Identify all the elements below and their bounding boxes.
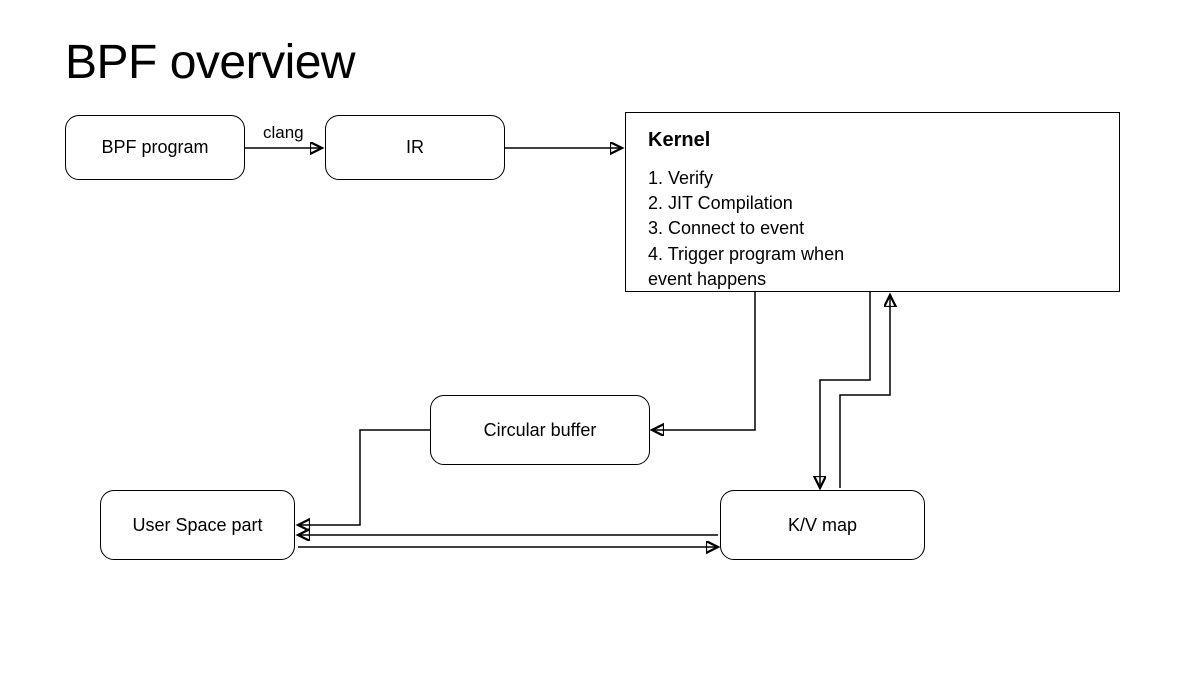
kernel-step: 2. JIT Compilation xyxy=(648,191,844,216)
kernel-title: Kernel xyxy=(648,129,710,152)
node-circular-buffer: Circular buffer xyxy=(430,395,650,465)
node-user-space: User Space part xyxy=(100,490,295,560)
kernel-step: 3. Connect to event xyxy=(648,216,844,241)
arrow-kvmap-to-kernel xyxy=(840,295,890,488)
arrow-circular-buffer-to-user-space xyxy=(298,430,430,525)
arrow-kernel-to-circular-buffer xyxy=(652,292,755,430)
kernel-steps: 1. Verify 2. JIT Compilation 3. Connect … xyxy=(648,166,844,292)
edge-label-clang: clang xyxy=(263,123,304,143)
arrows-layer xyxy=(0,0,1200,675)
kernel-step: 4. Trigger program when xyxy=(648,242,844,267)
node-bpf-program: BPF program xyxy=(65,115,245,180)
arrow-kernel-to-kvmap xyxy=(820,292,870,488)
diagram-title: BPF overview xyxy=(65,35,355,90)
kernel-step: 1. Verify xyxy=(648,166,844,191)
node-kv-map: K/V map xyxy=(720,490,925,560)
node-kernel: Kernel 1. Verify 2. JIT Compilation 3. C… xyxy=(625,112,1120,292)
kernel-step: event happens xyxy=(648,267,844,292)
node-ir: IR xyxy=(325,115,505,180)
